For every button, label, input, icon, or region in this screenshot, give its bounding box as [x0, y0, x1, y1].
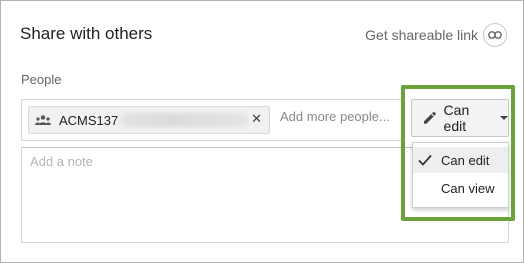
group-icon — [35, 115, 51, 125]
share-dialog: Share with others Get shareable link Peo… — [0, 0, 524, 263]
remove-person-icon[interactable]: ✕ — [251, 111, 262, 127]
permission-menu: Can edit Can view — [412, 142, 509, 208]
menu-item-can-edit[interactable]: Can edit — [413, 147, 508, 173]
people-section-label: People — [21, 72, 62, 87]
checkmark-icon — [418, 154, 432, 166]
people-input-box[interactable]: ACMS137 ✕ — [21, 99, 404, 141]
permission-dropdown-button[interactable]: Can edit — [411, 99, 509, 137]
menu-item-label: Can view — [441, 180, 495, 196]
pencil-icon — [423, 111, 436, 124]
redacted-email — [120, 113, 249, 127]
menu-item-label: Can edit — [441, 152, 490, 168]
person-chip-name: ACMS137 — [59, 112, 119, 128]
permission-current-label: Can edit — [443, 102, 470, 134]
link-icon — [483, 23, 507, 47]
add-people-input[interactable] — [280, 109, 400, 124]
menu-item-can-view[interactable]: Can view — [413, 175, 508, 201]
shareable-link-label: Get shareable link — [365, 27, 478, 43]
get-shareable-link-button[interactable]: Get shareable link — [365, 23, 507, 47]
person-chip[interactable]: ACMS137 ✕ — [28, 106, 270, 134]
chevron-down-icon — [500, 116, 508, 120]
dialog-title: Share with others — [20, 24, 153, 43]
